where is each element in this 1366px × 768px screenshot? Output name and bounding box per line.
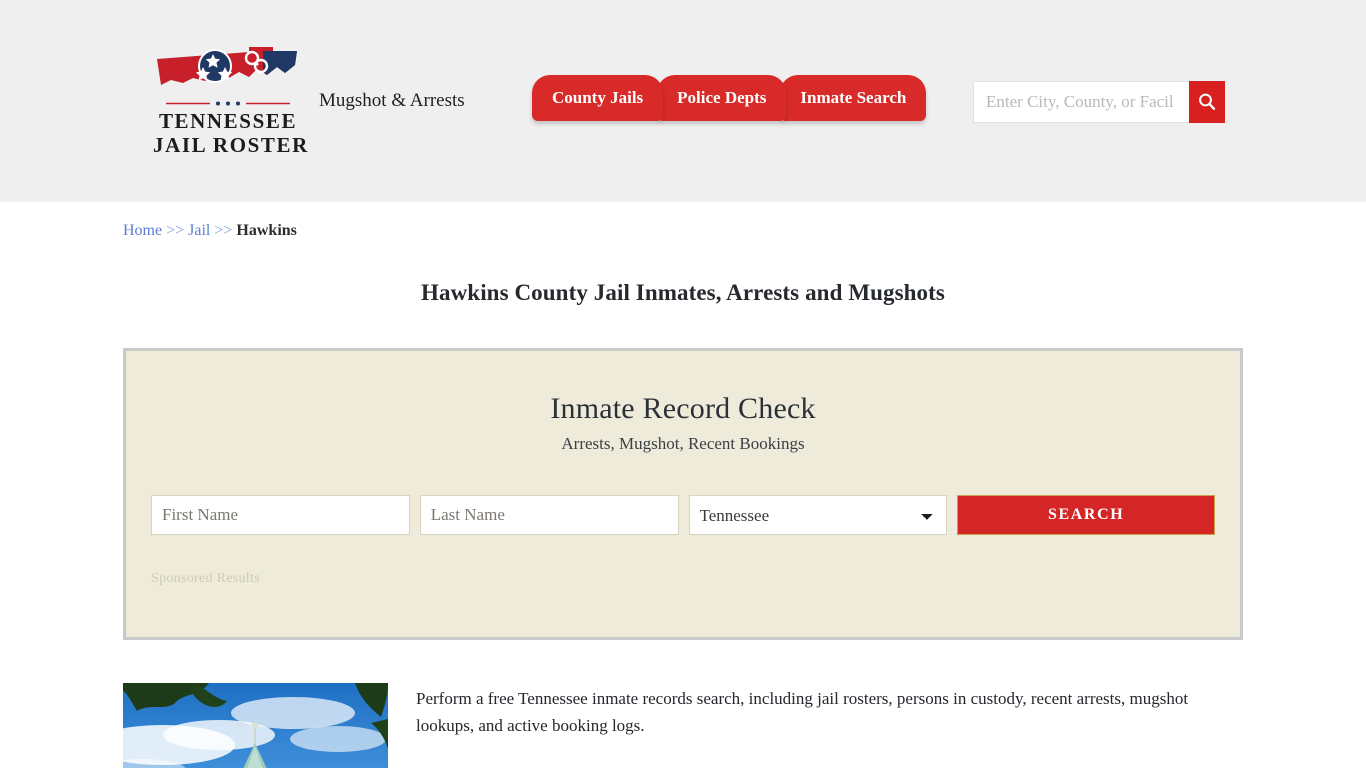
brand-name-line1: TENNESSEE [158,109,298,133]
header-search-button[interactable] [1189,81,1225,123]
brand-divider-icon [166,101,290,106]
header-search-input[interactable] [973,81,1189,123]
courthouse-photo [123,683,388,768]
breadcrumb: Home >> Jail >> Hawkins [123,202,1243,241]
page-title: Hawkins County Jail Inmates, Arrests and… [421,280,945,305]
header-search [973,81,1225,123]
breadcrumb-separator-1: >> [166,222,185,239]
article-section: Perform a free Tennessee inmate records … [123,683,1243,768]
article-paragraph-2: The Hawkins County Jail is a minimum to … [416,761,1243,768]
tennessee-state-handcuffs-icon [157,47,297,85]
nav-tab-inmate-search[interactable]: Inmate Search [780,75,927,121]
inmate-record-check-panel: Inmate Record Check Arrests, Mugshot, Re… [123,348,1243,640]
primary-nav: County Jails Police Depts Inmate Search [532,75,927,125]
record-check-title: Inmate Record Check [550,392,816,425]
site-logo[interactable]: TENNESSEE JAIL ROSTER [153,45,309,157]
courthouse-photo-image [123,683,388,768]
record-check-subtitle: Arrests, Mugshot, Recent Bookings [561,434,805,453]
breadcrumb-link-jail[interactable]: Jail [188,222,210,239]
brand-name-line2: JAIL ROSTER [153,133,309,157]
nav-tab-police-depts[interactable]: Police Depts [657,75,787,121]
site-tagline: Mugshot & Arrests [319,90,465,111]
last-name-input[interactable] [419,495,679,535]
record-check-search-button[interactable]: SEARCH [957,495,1215,535]
state-select[interactable]: Tennessee [688,495,948,535]
sponsored-results-label: Sponsored Results [151,571,260,586]
article-paragraph-1: Perform a free Tennessee inmate records … [416,689,1189,735]
page-content: Home >> Jail >> Hawkins Hawkins County Jail … [123,202,1243,768]
header-inner: TENNESSEE JAIL ROSTER Mugshot & Arrests … [123,0,1243,202]
record-check-form: Tennessee SEARCH [151,495,1215,535]
site-header: TENNESSEE JAIL ROSTER Mugshot & Arrests … [0,0,1366,202]
article-body: Perform a free Tennessee inmate records … [416,683,1243,768]
search-icon [1199,93,1216,110]
breadcrumb-current: Hawkins [236,222,297,239]
nav-tab-county-jails[interactable]: County Jails [532,75,664,121]
first-name-input[interactable] [151,495,410,535]
breadcrumb-link-home[interactable]: Home [123,222,162,239]
breadcrumb-separator-2: >> [214,222,233,239]
